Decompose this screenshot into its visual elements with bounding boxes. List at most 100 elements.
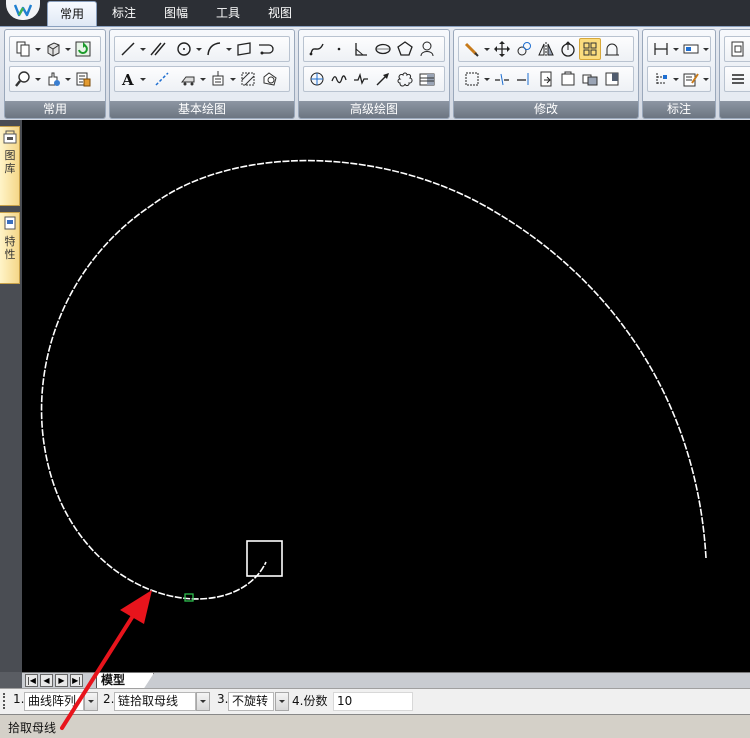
group-modify-label: 修改 (454, 101, 638, 118)
dim-style-dropdown[interactable] (702, 38, 710, 60)
copy-pages-icon[interactable] (12, 38, 34, 60)
menu-icon[interactable] (727, 68, 749, 90)
group-basic-draw: A 基本绘图 (109, 29, 295, 119)
option3-dropdown-button[interactable] (275, 692, 289, 711)
arrow-icon[interactable] (372, 68, 394, 90)
dashed-line-icon[interactable] (151, 68, 173, 90)
group-basic-draw-row2: A (114, 66, 290, 92)
library-icon (3, 130, 17, 144)
option1-dropdown-button[interactable] (84, 692, 98, 711)
option4-count-input[interactable]: 10 (333, 692, 413, 711)
break-line-icon[interactable] (350, 68, 372, 90)
dimension-icon[interactable] (650, 38, 672, 60)
tab-common[interactable]: 常用 (47, 1, 97, 26)
break-icon[interactable] (579, 68, 601, 90)
move-icon[interactable] (491, 38, 513, 60)
export-icon[interactable] (535, 68, 557, 90)
text-dropdown[interactable] (139, 68, 147, 90)
dimension-dropdown[interactable] (672, 38, 680, 60)
option1-select[interactable]: 曲线阵列 (24, 692, 84, 711)
angle-icon[interactable] (350, 38, 372, 60)
side-tab-library[interactable]: 图库 (0, 126, 20, 206)
svg-text:A: A (121, 71, 134, 87)
side-tab-properties[interactable]: 特性 (0, 212, 20, 284)
prev-tab-button[interactable]: ◀ (40, 674, 53, 687)
more-icon[interactable] (727, 38, 749, 60)
group-advanced-draw-row1 (303, 36, 445, 62)
properties-icon[interactable] (72, 68, 94, 90)
fill-pattern-dropdown[interactable] (199, 68, 207, 90)
erase-icon[interactable] (461, 38, 483, 60)
polyline-loop-icon[interactable] (255, 38, 277, 60)
stretch-icon[interactable] (601, 38, 623, 60)
hand-settings-icon[interactable] (42, 68, 64, 90)
hatch-icon[interactable] (237, 68, 259, 90)
ribbon-tab-strip: 常用 标注 图幅 工具 视图 (0, 0, 750, 26)
spline-icon[interactable] (306, 38, 328, 60)
copy-icon[interactable] (557, 68, 579, 90)
extend-icon[interactable] (513, 68, 535, 90)
spiral-curve[interactable] (40, 159, 707, 600)
app-logo[interactable] (6, 0, 40, 20)
zoom-icon[interactable] (12, 68, 34, 90)
first-tab-button[interactable]: |◀ (25, 674, 38, 687)
polygon-icon[interactable] (394, 38, 416, 60)
explode-icon[interactable] (601, 68, 623, 90)
drawing-canvas[interactable] (22, 120, 750, 672)
3d-box-dropdown[interactable] (64, 38, 72, 60)
select-window-icon[interactable] (461, 68, 483, 90)
group-more-label (720, 101, 750, 118)
arc-dropdown[interactable] (225, 38, 233, 60)
table-icon[interactable] (416, 68, 438, 90)
option2-select[interactable]: 链拾取母线 (114, 692, 196, 711)
point-icon[interactable] (328, 38, 350, 60)
parallel-lines-icon[interactable] (147, 38, 169, 60)
copy-pages-dropdown[interactable] (34, 38, 42, 60)
line-icon[interactable] (117, 38, 139, 60)
dim-tree-dropdown[interactable] (672, 68, 680, 90)
group-advanced-draw-label: 高级绘图 (299, 101, 449, 118)
gear-icon[interactable] (416, 38, 438, 60)
tab-frame[interactable]: 图幅 (152, 1, 200, 26)
next-tab-button[interactable]: ▶ (55, 674, 68, 687)
dim-style-icon[interactable] (680, 38, 702, 60)
insert-block-icon[interactable] (207, 68, 229, 90)
rectangle-icon[interactable] (233, 38, 255, 60)
ribbon: 常用 A 基本绘图 高级绘图 修改 标注 (0, 26, 750, 120)
cloud-icon[interactable] (394, 68, 416, 90)
text-a-icon[interactable]: A (117, 68, 139, 90)
model-tab[interactable]: 模型 (96, 673, 154, 689)
option2-dropdown-button[interactable] (196, 692, 210, 711)
wave-icon[interactable] (328, 68, 350, 90)
tab-dimension[interactable]: 标注 (100, 1, 148, 26)
tab-tools[interactable]: 工具 (204, 1, 252, 26)
region-icon[interactable] (259, 68, 281, 90)
properties-panel-icon (4, 216, 16, 230)
zoom-dropdown[interactable] (34, 68, 42, 90)
3d-box-icon[interactable] (42, 38, 64, 60)
circle-icon[interactable] (173, 38, 195, 60)
rotate-icon[interactable] (513, 38, 535, 60)
hand-settings-dropdown[interactable] (64, 68, 72, 90)
curve-array-icon[interactable] (306, 68, 328, 90)
dim-tree-icon[interactable] (650, 68, 672, 90)
edit-dim-icon[interactable] (680, 68, 702, 90)
last-tab-button[interactable]: ▶| (70, 674, 83, 687)
trim-icon[interactable] (491, 68, 513, 90)
erase-dropdown[interactable] (483, 38, 491, 60)
circle-dropdown[interactable] (195, 38, 203, 60)
offset-icon[interactable] (557, 38, 579, 60)
select-window-dropdown[interactable] (483, 68, 491, 90)
edit-dim-dropdown[interactable] (702, 68, 710, 90)
insert-block-dropdown[interactable] (229, 68, 237, 90)
tab-view[interactable]: 视图 (256, 1, 304, 26)
fill-pattern-icon[interactable] (177, 68, 199, 90)
line-dropdown[interactable] (139, 38, 147, 60)
mirror-icon[interactable] (535, 38, 557, 60)
ellipse-icon[interactable] (372, 38, 394, 60)
arc-icon[interactable] (203, 38, 225, 60)
refresh-green-icon[interactable] (72, 38, 94, 60)
option3-select[interactable]: 不旋转 (228, 692, 274, 711)
array-icon[interactable] (579, 38, 601, 60)
grip-handle[interactable] (3, 693, 6, 709)
